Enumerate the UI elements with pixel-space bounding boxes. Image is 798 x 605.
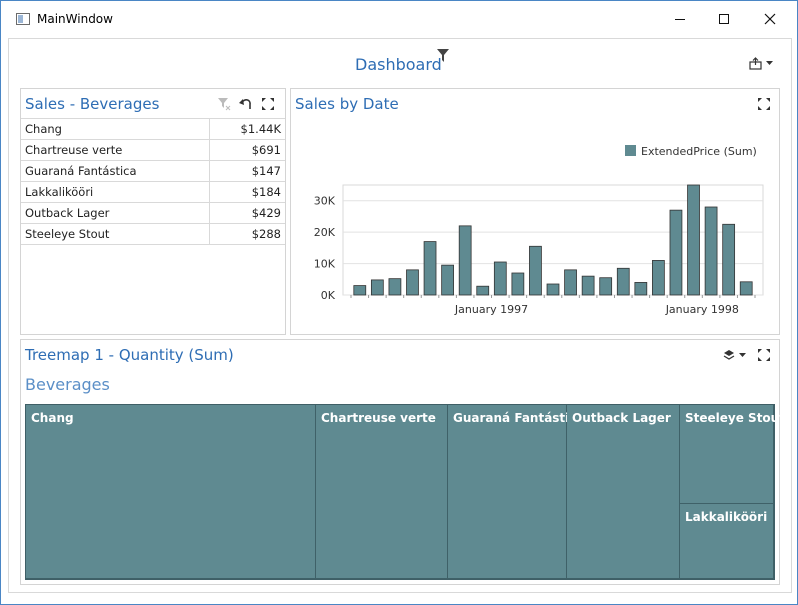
grid-table: Chang $1.44K Chartreuse verte $691 Guaraná F… <box>21 118 285 245</box>
layers-icon <box>723 350 734 360</box>
treemap-area: Chang Chartreuse verte Guaraná Fantástic… <box>25 404 785 580</box>
treemap-cell-label: Guaraná Fantástica <box>453 411 585 425</box>
chevron-down-icon <box>738 352 746 357</box>
chart-bar <box>529 245 542 296</box>
dashboard-title: Dashboard <box>355 55 442 74</box>
grid-row[interactable]: Outback Lager $429 <box>21 202 285 224</box>
chart-bar <box>669 209 683 296</box>
treemap-group-label: Beverages <box>25 375 110 394</box>
layers-button[interactable] <box>721 348 747 362</box>
chart-bar <box>406 269 419 296</box>
minimize-button[interactable] <box>657 1 703 37</box>
chart-bar <box>739 281 753 296</box>
chart-bar <box>476 285 490 296</box>
chart-bar <box>511 272 525 296</box>
y-tick-label: 20K <box>314 226 336 239</box>
chart-bar <box>458 225 472 296</box>
title-bar: MainWindow <box>1 1 797 37</box>
chart-bar <box>353 285 367 296</box>
grid-cell-name: Guaraná Fantástica <box>21 160 209 182</box>
grid-cell-name: Chartreuse verte <box>21 139 209 161</box>
chart-bar <box>493 261 507 296</box>
close-icon <box>764 13 776 25</box>
grid-cell-name: Steeleye Stout <box>21 223 209 245</box>
x-tick-label: January 1998 <box>665 303 739 316</box>
treemap-cell[interactable]: Guaraná Fantástica <box>448 405 585 579</box>
grid-cell-value: $429 <box>208 202 285 224</box>
chart-bar <box>423 241 437 296</box>
legend-label: ExtendedPrice (Sum) <box>641 145 757 158</box>
grid-cell-value: $691 <box>208 139 285 161</box>
treemap-cell[interactable]: Steeleye Stout <box>680 405 785 504</box>
main-window: MainWindow Dashboard Sales - Beverages C… <box>0 0 798 605</box>
treemap-cell-label: Lakkalikööri <box>685 510 768 524</box>
sales-by-date-chart: 0K 10K 20K 30K January 1997 January 1998 Exten… <box>314 145 764 316</box>
treemap-cell-label: Chang <box>31 411 74 425</box>
y-tick-label: 30K <box>314 195 336 208</box>
y-tick-label: 0K <box>321 289 336 302</box>
chart-bar <box>599 277 613 296</box>
grid-row[interactable]: Lakkalikööri $184 <box>21 181 285 203</box>
grid-cell-name: Lakkalikööri <box>21 181 209 203</box>
chart-bar <box>441 264 454 296</box>
app-icon <box>16 13 30 25</box>
maximize-panel-icon[interactable] <box>261 97 275 111</box>
chart-bar <box>616 267 630 296</box>
chevron-down-icon <box>766 60 773 65</box>
grid-title: Sales - Beverages <box>25 95 160 113</box>
legend-swatch <box>625 145 636 156</box>
undo-icon[interactable] <box>239 97 253 111</box>
chart-bar <box>704 206 718 296</box>
y-tick-label: 10K <box>314 258 336 271</box>
treemap-cell-label: Steeleye Stout <box>685 411 785 425</box>
maximize-panel-icon[interactable] <box>757 348 771 362</box>
chart-bar <box>581 275 595 296</box>
chart-bar <box>388 278 402 296</box>
export-button[interactable] <box>749 55 779 71</box>
chart-panel: Sales by Date 0K 10K 20K 30K January 1997 Jan… <box>290 88 780 335</box>
treemap-panel: Treemap 1 - Quantity (Sum) Beverages Cha… <box>20 339 785 585</box>
chart-bar <box>370 279 384 296</box>
plot-area <box>342 184 764 296</box>
grid-row[interactable]: Guaraná Fantástica $147 <box>21 160 285 182</box>
minimize-icon <box>675 18 685 20</box>
clear-filter-icon[interactable] <box>217 97 231 111</box>
close-button[interactable] <box>747 1 793 37</box>
grid-cell-value: $288 <box>208 223 285 245</box>
grid-row[interactable]: Chang $1.44K <box>21 118 285 140</box>
grid-cell-name: Outback Lager <box>21 202 209 224</box>
export-icon <box>749 56 762 70</box>
grid-cell-value: $147 <box>208 160 285 182</box>
maximize-icon <box>719 14 729 24</box>
chart-bar <box>564 269 577 296</box>
grid-row[interactable]: Chartreuse verte $691 <box>21 139 285 161</box>
filter-icon[interactable] <box>437 49 449 63</box>
chart-bar <box>546 283 560 296</box>
grid-panel: Sales - Beverages Chang $1.44K Chartreuse … <box>20 88 286 335</box>
treemap-cell-label: Outback Lager <box>572 411 671 425</box>
treemap-cell[interactable]: Lakkalikööri <box>680 504 774 579</box>
maximize-button[interactable] <box>701 1 747 37</box>
x-tick-label: January 1997 <box>454 303 528 316</box>
chart-bar <box>652 260 665 296</box>
window-title: MainWindow <box>37 12 113 26</box>
chart-bar <box>722 223 736 296</box>
grid-cell-value: $1.44K <box>208 118 285 140</box>
grid-row[interactable]: Steeleye Stout $288 <box>21 223 285 245</box>
treemap-title: Treemap 1 - Quantity (Sum) <box>25 346 234 364</box>
treemap-cell[interactable]: Chartreuse verte <box>316 405 448 579</box>
grid-cell-name: Chang <box>21 118 209 140</box>
treemap-cell[interactable]: Outback Lager <box>567 405 680 579</box>
grid-cell-value: $184 <box>208 181 285 203</box>
treemap-cell-label: Chartreuse verte <box>321 411 436 425</box>
dashboard-surface: Dashboard Sales - Beverages Chang $1.44K… <box>8 38 792 593</box>
chart-bar <box>634 282 648 296</box>
treemap-cell[interactable]: Chang <box>26 405 316 579</box>
chart-bar <box>687 184 700 296</box>
